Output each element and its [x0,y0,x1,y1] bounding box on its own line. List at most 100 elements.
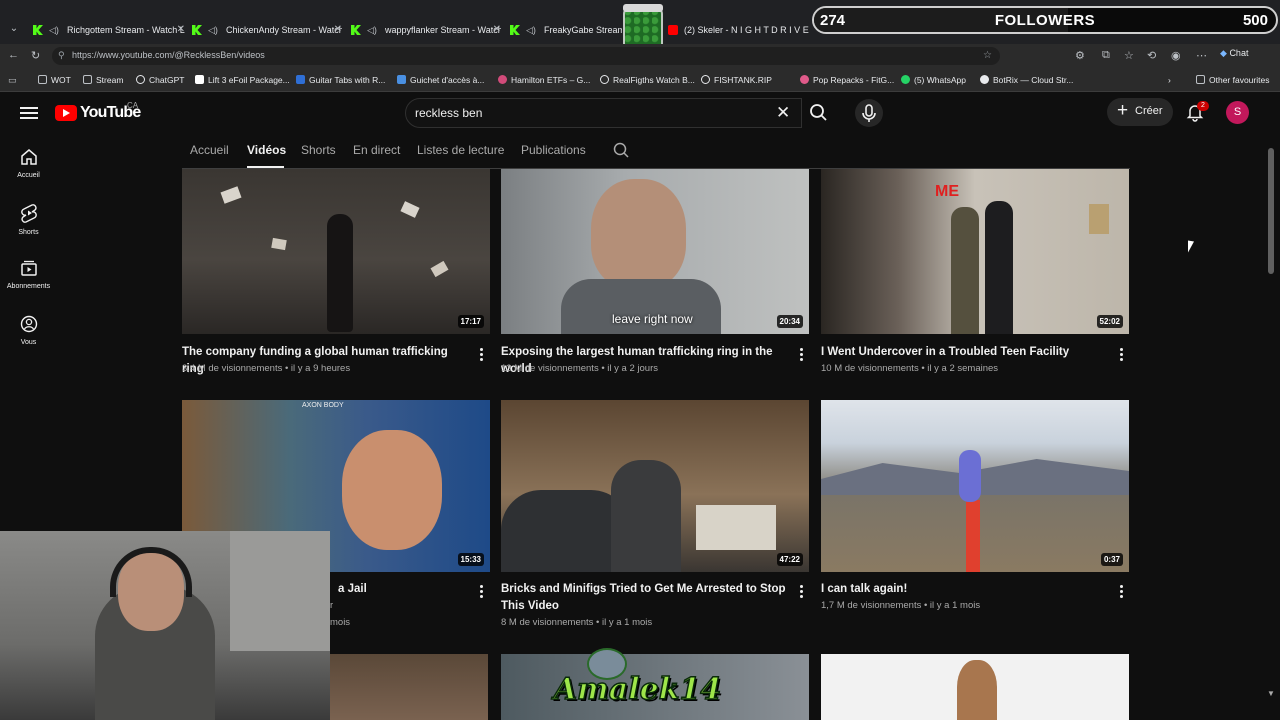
reading-list-icon[interactable]: ▭ [8,75,17,86]
copilot-chat-button[interactable]: ◆ Chat [1220,48,1248,59]
page-scrollbar[interactable] [1268,148,1274,274]
followers-goal: 500 [1242,12,1268,29]
tab-list-dropdown-icon[interactable]: ⌄ [6,21,22,37]
channel-watermark: Amalek14 [545,648,730,716]
video-thumbnail[interactable]: 17:17 [182,169,490,334]
youtube-icon [668,25,678,35]
video-title[interactable]: Bricks and Minifigs Tried to Get Me Arre… [501,581,786,615]
clear-search-icon[interactable]: ✕ [776,103,790,123]
reload-icon[interactable]: ↻ [31,49,40,62]
bookmark-item[interactable]: WOT [38,75,71,85]
browser-tab-wappyflanker[interactable]: ◁) wappyflanker Stream - Watch ✕ [351,20,501,40]
video-more-icon[interactable] [480,348,484,362]
botrix-icon [980,75,989,84]
create-button[interactable]: Créer [1107,98,1173,126]
hamburger-menu-icon[interactable] [20,104,38,120]
close-icon[interactable]: ✕ [177,24,185,35]
tab-videos[interactable]: Vidéos [247,143,286,157]
bookmark-item[interactable]: Lift 3 eFoil Package... [195,75,290,85]
bookmark-item[interactable]: Pop Repacks - FitG... [800,75,894,85]
history-icon[interactable]: ⟲ [1147,49,1156,62]
split-screen-icon[interactable]: ⧉ [1102,49,1110,62]
rail-item-you[interactable]: Vous [0,315,57,346]
video-meta: 3,4 M de visionnements • il y a 9 heures [182,363,351,374]
bookmark-item[interactable]: Hamilton ETFs – G... [498,75,590,85]
tab-title: (2) Skeler - N I G H T D R I V E [684,25,809,35]
video-more-icon[interactable] [480,585,484,599]
channel-search-button[interactable] [612,141,630,164]
browser-tab-chickenandy[interactable]: ◁) ChickenAndy Stream - Watch ✕ [192,20,342,40]
microphone-icon [862,104,876,122]
other-favourites[interactable]: Other favourites [1196,75,1269,85]
extensions-icon[interactable]: ⚙ [1075,49,1085,62]
search-button[interactable] [802,98,834,128]
favorites-icon[interactable]: ☆ [1124,49,1134,62]
bodycam-stamp: AXON BODY [302,402,344,409]
shorts-icon [20,204,37,223]
tab-posts[interactable]: Publications [521,143,586,157]
account-avatar[interactable]: S [1226,101,1249,124]
bookmark-item[interactable]: RealFigths Watch B... [600,75,695,85]
video-thumbnail[interactable] [330,654,488,720]
bookmark-item[interactable]: ChatGPT [136,75,184,85]
search-input[interactable]: reckless ben [405,98,802,128]
kick-icon [33,25,43,35]
video-thumbnail[interactable]: 0:37 [821,400,1129,572]
close-icon[interactable]: ✕ [334,24,342,35]
video-title[interactable]: a Jail [338,581,468,598]
rail-label: Shorts [18,229,39,236]
video-duration: 0:37 [1100,553,1123,566]
video-title[interactable]: I can talk again! [821,581,1111,598]
favorite-star-icon[interactable]: ☆ [983,50,992,61]
site-info-icon[interactable]: ⚲ [58,50,65,61]
video-more-icon[interactable] [1120,348,1124,362]
video-thumbnail[interactable]: 47:22 [501,400,809,572]
video-more-icon[interactable] [800,348,804,362]
voice-search-button[interactable] [855,99,883,127]
video-duration: 20:34 [776,315,803,328]
thumbnail-figure [985,201,1013,334]
thumbnail-face [342,430,442,550]
search-icon [810,104,827,121]
video-duration: 47:22 [776,553,803,566]
copilot-icon: ◆ [1220,48,1227,58]
bookmark-item[interactable]: Guichet d'accès à... [397,75,484,85]
rail-item-home[interactable]: Accueil [0,148,57,179]
browser-tab-skeler[interactable]: (2) Skeler - N I G H T D R I V E [668,20,810,40]
thumbnail-paper [271,237,287,251]
bookmark-item[interactable]: Stream [83,75,123,85]
address-bar[interactable]: ⚲ https://www.youtube.com/@RecklessBen/v… [52,47,1000,65]
tab-live[interactable]: En direct [353,143,400,157]
video-title[interactable]: I Went Undercover in a Troubled Teen Fac… [821,344,1111,361]
browser-tab-freakygabe[interactable]: ◁) FreakyGabe Stream - W [510,20,622,40]
video-meta: 13 M de visionnements • il y a 2 jours [501,363,658,374]
browser-tab-richgottem[interactable]: ◁) Richgottem Stream - Watch L ✕ [33,20,185,40]
close-icon[interactable]: ✕ [493,24,501,35]
globe-icon [701,75,710,84]
bookmarks-overflow-icon[interactable]: › [1168,75,1171,85]
video-more-icon[interactable] [800,585,804,599]
video-duration: 17:17 [457,315,484,328]
tab-home[interactable]: Accueil [190,143,229,157]
bookmark-item[interactable]: Guitar Tabs with R... [296,75,385,85]
video-thumbnail[interactable]: ME 52:02 [821,169,1129,334]
bookmark-item[interactable]: FISHTANK.RIP [701,75,772,85]
profile-icon[interactable]: ◉ [1171,49,1181,62]
bookmark-item[interactable]: (5) WhatsApp [901,75,966,85]
video-thumbnail[interactable] [821,654,1129,720]
tab-shorts[interactable]: Shorts [301,143,336,157]
video-thumbnail[interactable]: leave right now 20:34 [501,169,809,334]
scroll-down-icon[interactable]: ▼ [1267,689,1275,698]
back-icon[interactable]: ← [8,49,19,61]
more-menu-icon[interactable]: ⋯ [1196,49,1207,62]
bookmark-item[interactable]: BotRix — Cloud Str... [980,75,1073,85]
rail-item-shorts[interactable]: Shorts [0,203,57,236]
tab-playlists[interactable]: Listes de lecture [417,143,504,157]
thumbnail-paper [400,201,420,218]
subscriptions-icon [20,260,37,276]
rail-item-subscriptions[interactable]: Abonnements [0,259,57,290]
tab-title: wappyflanker Stream - Watch [385,25,501,35]
address-toolbar: ← ↻ ⚲ https://www.youtube.com/@RecklessB… [0,44,1280,68]
video-more-icon[interactable] [1120,585,1124,599]
rail-label: Accueil [17,172,40,179]
